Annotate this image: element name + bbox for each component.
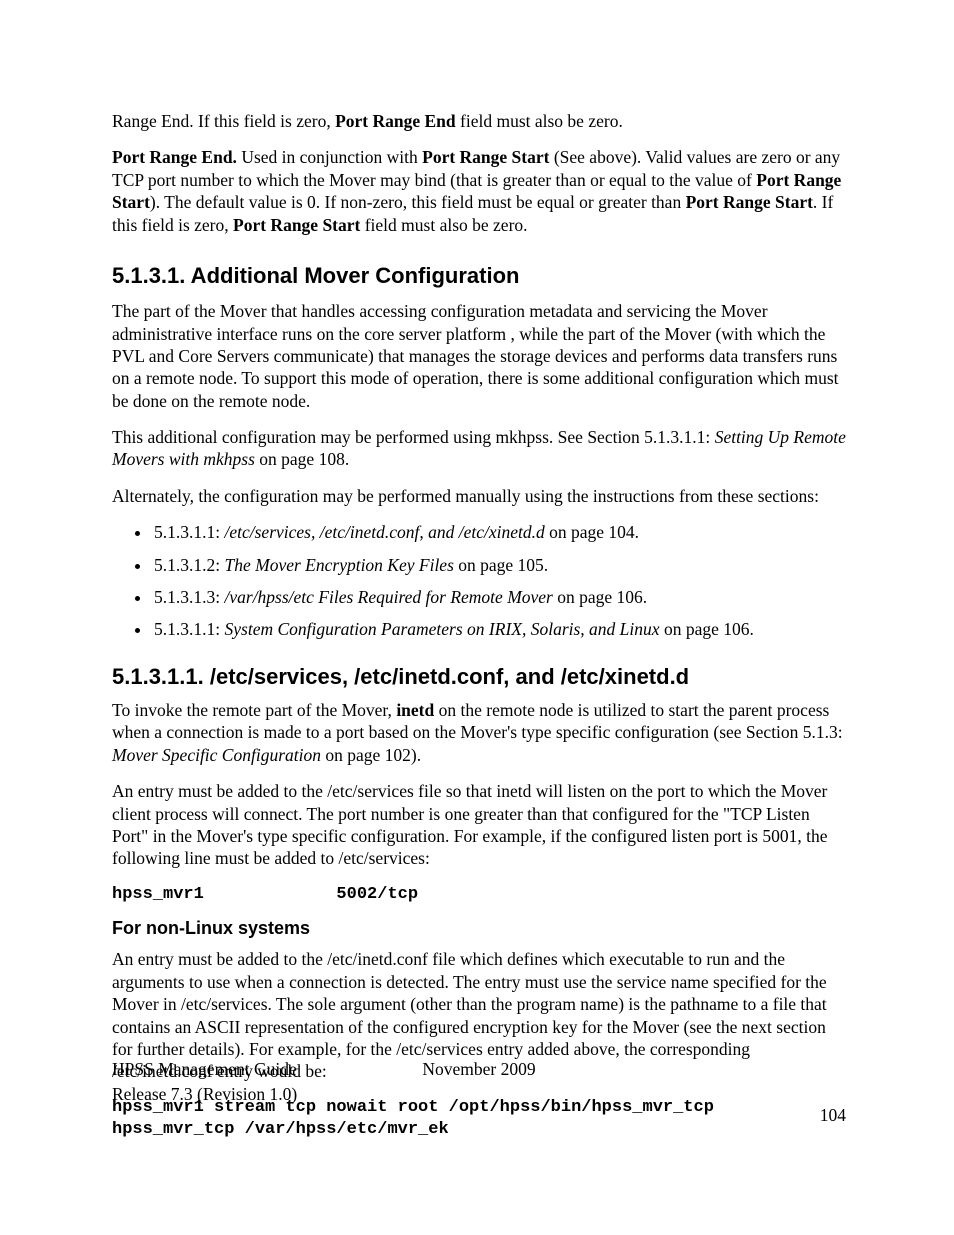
heading-5-1-3-1-1: 5.1.3.1.1. /etc/services, /etc/inetd.con… bbox=[112, 663, 846, 691]
list-item: 5.1.3.1.1: /etc/services, /etc/inetd.con… bbox=[152, 521, 846, 543]
text: field must also be zero. bbox=[360, 215, 527, 235]
footer-release: Release 7.3 (Revision 1.0) bbox=[112, 1084, 297, 1104]
italic-text: Mover Specific Configuration bbox=[112, 745, 321, 765]
bold-text: Port Range End bbox=[335, 111, 456, 131]
paragraph: Alternately, the configuration may be pe… bbox=[112, 485, 846, 507]
page-footer: November 2009 HPSS Management Guide Rele… bbox=[112, 1058, 846, 1105]
heading-non-linux: For non-Linux systems bbox=[112, 917, 846, 940]
text: on page 102). bbox=[321, 745, 421, 765]
bold-text: Port Range Start bbox=[422, 147, 549, 167]
bold-text: Port Range Start bbox=[233, 215, 360, 235]
bullet-list: 5.1.3.1.1: /etc/services, /etc/inetd.con… bbox=[112, 521, 846, 641]
text: field must also be zero. bbox=[456, 111, 623, 131]
bold-text: Port Range Start bbox=[686, 192, 813, 212]
text: This additional configuration may be per… bbox=[112, 427, 715, 447]
text: Used in conjunction with bbox=[237, 147, 422, 167]
list-item: 5.1.3.1.2: The Mover Encryption Key File… bbox=[152, 554, 846, 576]
document-page: Range End. If this field is zero, Port R… bbox=[0, 0, 954, 1235]
paragraph: An entry must be added to the /etc/servi… bbox=[112, 780, 846, 870]
italic-text: System Configuration Parameters on IRIX,… bbox=[225, 619, 660, 639]
paragraph-port-range-end: Port Range End. Used in conjunction with… bbox=[112, 146, 846, 236]
text: on page 104. bbox=[545, 522, 639, 542]
text: Range End. If this field is zero, bbox=[112, 111, 335, 131]
italic-text: /var/hpss/etc Files Required for Remote … bbox=[225, 587, 553, 607]
bold-text: inetd bbox=[396, 700, 434, 720]
text: ). The default value is 0. If non-zero, … bbox=[150, 192, 686, 212]
italic-text: /etc/services, /etc/inetd.conf, and /etc… bbox=[225, 522, 545, 542]
footer-guide: HPSS Management Guide bbox=[112, 1058, 297, 1080]
italic-text: The Mover Encryption Key Files bbox=[225, 555, 454, 575]
list-item: 5.1.3.1.3: /var/hpss/etc Files Required … bbox=[152, 586, 846, 608]
paragraph: To invoke the remote part of the Mover, … bbox=[112, 699, 846, 766]
paragraph: The part of the Mover that handles acces… bbox=[112, 300, 846, 412]
paragraph: This additional configuration may be per… bbox=[112, 426, 846, 471]
list-item: 5.1.3.1.1: System Configuration Paramete… bbox=[152, 618, 846, 640]
heading-5-1-3-1: 5.1.3.1. Additional Mover Configuration bbox=[112, 262, 846, 290]
text: on page 108. bbox=[255, 449, 349, 469]
text: on page 106. bbox=[553, 587, 647, 607]
text: 5.1.3.1.1: bbox=[154, 522, 225, 542]
text: on page 105. bbox=[454, 555, 548, 575]
paragraph-range-end-cont: Range End. If this field is zero, Port R… bbox=[112, 110, 846, 132]
bold-text: Port Range End. bbox=[112, 147, 237, 167]
text: 5.1.3.1.2: bbox=[154, 555, 225, 575]
footer-page-number: 104 bbox=[820, 1104, 846, 1126]
text: To invoke the remote part of the Mover, bbox=[112, 700, 396, 720]
text: 5.1.3.1.1: bbox=[154, 619, 225, 639]
text: 5.1.3.1.3: bbox=[154, 587, 225, 607]
code-block-services: hpss_mvr1 5002/tcp bbox=[112, 884, 846, 906]
text: on page 106. bbox=[660, 619, 754, 639]
